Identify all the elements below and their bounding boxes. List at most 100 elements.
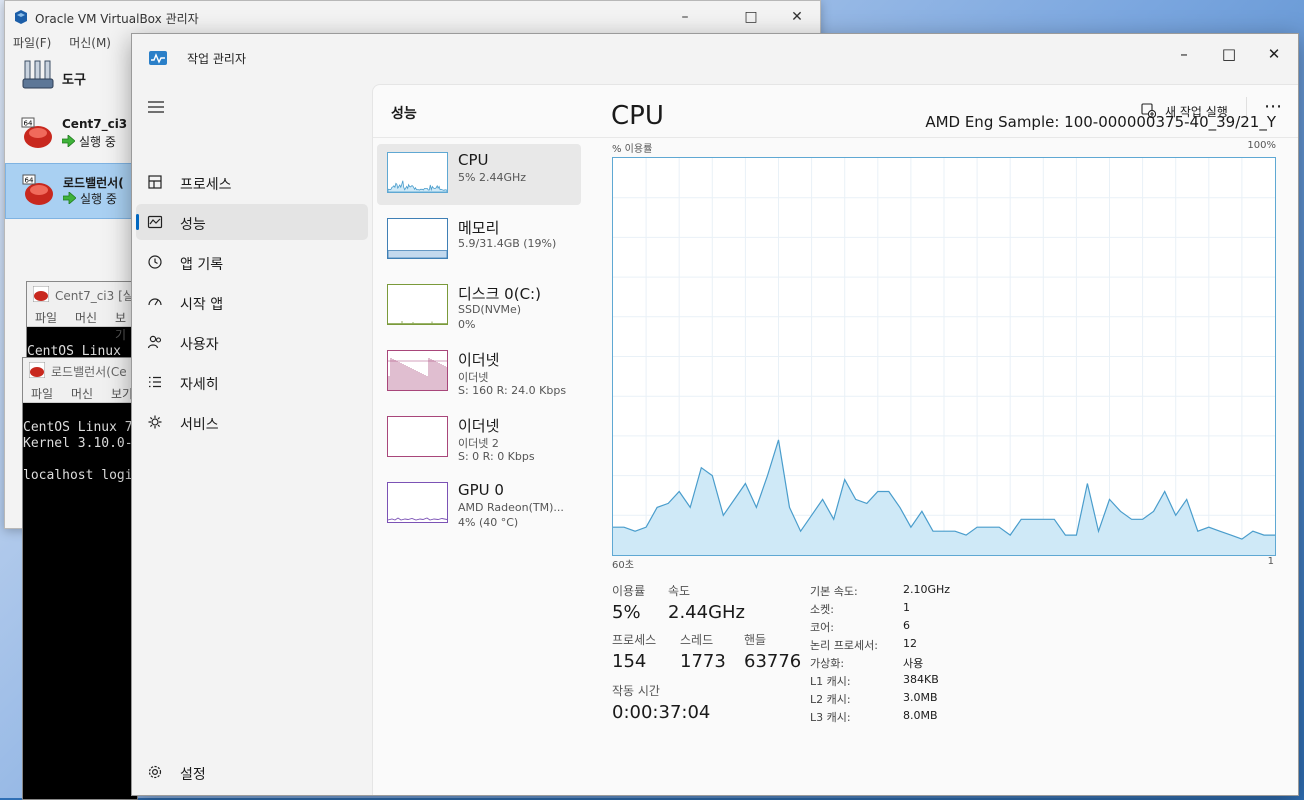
vm-window-title: 로드밸런서(Ce <box>51 365 127 379</box>
nav-app-history[interactable]: 앱 기록 <box>136 244 368 280</box>
tools-label: 도구 <box>62 73 86 88</box>
vm-state-label: 실행 중 <box>79 135 116 149</box>
resource-cpu[interactable]: CPU 5% 2.44GHz <box>377 144 581 205</box>
vm-window-title-bar[interactable]: 로드밸런서(Ce <box>23 358 137 382</box>
hamburger-menu-icon[interactable] <box>147 100 165 114</box>
settings-gear-icon <box>148 765 162 779</box>
nav-performance[interactable]: 성능 <box>136 204 368 240</box>
handles-label: 핸들 <box>744 633 767 647</box>
memory-thumb-fill <box>388 250 447 258</box>
tm-maximize-button[interactable]: □ <box>1215 40 1243 68</box>
speed-label: 속도 <box>668 584 691 598</box>
cpu-info-key: L1 캐시: <box>810 675 851 688</box>
vbox-menu-machine[interactable]: 머신(M) <box>69 36 111 50</box>
resource-memory[interactable]: 메모리 5.9/31.4GB (19%) <box>377 210 581 271</box>
cpu-info-value: 6 <box>903 619 910 632</box>
vm-console-output[interactable]: CentOS Linux 7 Kernel 3.10.0- localhost … <box>23 420 137 799</box>
vm-menu-machine[interactable]: 머신 <box>71 385 93 402</box>
resource-sub2: 0% <box>458 318 476 331</box>
cpu-usage-chart <box>613 158 1275 555</box>
cpu-info-key: L2 캐시: <box>810 693 851 706</box>
centos-64-icon: 64 <box>22 174 53 205</box>
vm-menu-machine[interactable]: 머신 <box>75 309 97 326</box>
vm-menu-file[interactable]: 파일 <box>31 385 53 402</box>
cpu-info-value: 12 <box>903 637 917 650</box>
nav-label: 설정 <box>180 767 206 783</box>
resource-sub2: S: 0 R: 0 Kbps <box>458 450 535 463</box>
nav-users[interactable]: 사용자 <box>136 324 368 360</box>
nav-startup-apps[interactable]: 시작 앱 <box>136 284 368 320</box>
util-label: 이용률 <box>612 584 646 598</box>
running-arrow-icon <box>62 135 75 147</box>
tm-minimize-button[interactable]: – <box>1170 40 1198 68</box>
tm-close-button[interactable]: ✕ <box>1260 40 1288 68</box>
nav-label: 앱 기록 <box>180 257 224 273</box>
running-arrow-icon <box>63 192 76 204</box>
vm-state: 실행 중 <box>63 190 117 207</box>
nav-services[interactable]: 서비스 <box>136 404 368 440</box>
nav-label: 프로세스 <box>180 177 232 193</box>
processes-value: 154 <box>612 651 647 672</box>
details-icon <box>149 376 161 388</box>
svg-text:64: 64 <box>24 120 33 128</box>
x-axis-right-label: 1 <box>1267 556 1274 567</box>
threads-value: 1773 <box>680 651 726 672</box>
svg-text:64: 64 <box>25 177 34 185</box>
nav-settings[interactable]: 설정 <box>136 754 368 790</box>
vm-window-title-bar[interactable]: Cent7_ci3 [실행 <box>27 282 145 306</box>
vm-name: 로드밸런서( <box>63 176 124 190</box>
x-axis-left-label: 60초 <box>612 560 634 571</box>
resource-ethernet-2[interactable]: 이더넷 이더넷 2 S: 0 R: 0 Kbps <box>377 408 581 469</box>
detail-heading: CPU <box>611 101 664 131</box>
nav-pane: 프로세스 성능 앱 기록 시작 앱 사용자 자세히 서비스 설정 <box>132 84 372 795</box>
util-value: 5% <box>612 602 641 623</box>
nav-details[interactable]: 자세히 <box>136 364 368 400</box>
vm-console-window[interactable]: 로드밸런서(Ce 파일 머신 보기 CentOS Linux 7 Kernel … <box>22 357 138 800</box>
disk-thumbnail <box>387 284 448 325</box>
vm-menu-view[interactable]: 보기 <box>111 385 133 402</box>
vbox-menu-file[interactable]: 파일(F) <box>13 36 51 50</box>
centos-icon <box>29 362 45 378</box>
page-title: 성능 <box>391 106 417 122</box>
cpu-info-key: 코어: <box>810 621 834 634</box>
ethernet-2-thumbnail <box>387 416 448 457</box>
nav-processes[interactable]: 프로세스 <box>136 164 368 200</box>
ethernet-thumb-graph <box>388 358 447 390</box>
vm-window-menubar: 파일 머신 보기 <box>23 382 137 403</box>
vbox-close-button[interactable]: ✕ <box>787 7 807 27</box>
performance-page: 성능 새 작업 실행 ⋯ CPU 5% 2.44GHz 메모리 5.9/31.4… <box>372 84 1298 795</box>
cpu-info-key: 소켓: <box>810 603 834 616</box>
resource-disk[interactable]: 디스크 0(C:) SSD(NVMe) 0% <box>377 276 581 337</box>
cpu-usage-graph <box>612 157 1276 556</box>
resource-gpu[interactable]: GPU 0 AMD Radeon(TM)... 4% (40 °C) <box>377 474 581 535</box>
cpu-model-name: AMD Eng Sample: 100-000000375-40_39/21_Y <box>925 113 1276 131</box>
gpu-thumb-graph <box>388 517 447 521</box>
cpu-detail-pane: CPU AMD Eng Sample: 100-000000375-40_39/… <box>610 85 1298 795</box>
y-axis-label: % 이용률 <box>612 144 653 155</box>
cpu-info-value: 1 <box>903 601 910 614</box>
vm-menu-file[interactable]: 파일 <box>35 309 57 326</box>
cpu-info-key: 기본 속도: <box>810 585 858 598</box>
vbox-maximize-button[interactable]: □ <box>741 7 761 27</box>
processes-label: 프로세스 <box>612 633 657 647</box>
resource-name: 이더넷 <box>458 417 500 435</box>
resource-ethernet-1[interactable]: 이더넷 이더넷 S: 160 R: 24.0 Kbps <box>377 342 581 403</box>
task-manager-title-bar[interactable]: 작업 관리자 – □ ✕ <box>132 34 1298 84</box>
vbox-tools-item[interactable]: 도구 <box>5 53 131 103</box>
threads-label: 스레드 <box>680 633 714 647</box>
virtualbox-title-bar[interactable]: Oracle VM VirtualBox 관리자 – □ ✕ <box>5 1 820 33</box>
task-manager-title: 작업 관리자 <box>187 52 247 66</box>
virtualbox-logo-icon <box>15 10 27 24</box>
speed-value: 2.44GHz <box>668 602 746 623</box>
app-history-icon <box>148 255 162 269</box>
cpu-info-key: 논리 프로세서: <box>810 639 878 652</box>
cpu-info-value: 사용 <box>903 657 924 670</box>
vm-console-window[interactable]: Cent7_ci3 [실행 파일 머신 보기 CentOS Linux <box>26 281 145 363</box>
vm-list-item-selected[interactable]: 64 로드밸런서( 실행 중 <box>5 163 133 219</box>
resource-name: CPU <box>458 151 489 169</box>
vbox-minimize-button[interactable]: – <box>675 7 695 27</box>
resource-sub2: S: 160 R: 24.0 Kbps <box>458 384 567 397</box>
cpu-info-key: L3 캐시: <box>810 711 851 724</box>
vm-list-item[interactable]: 64 Cent7_ci3 실행 중 <box>5 107 131 161</box>
cpu-info-value: 3.0MB <box>903 691 938 704</box>
